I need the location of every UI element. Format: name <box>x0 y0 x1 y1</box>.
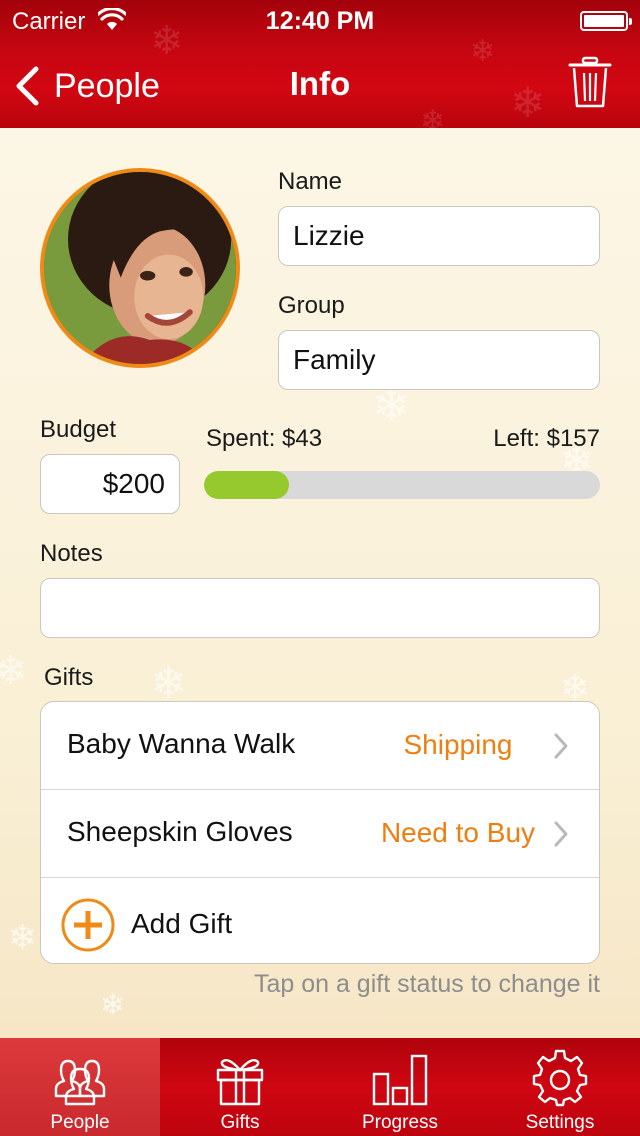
gift-status[interactable]: Shipping <box>353 729 563 761</box>
gift-icon <box>216 1059 264 1106</box>
tab-label: Progress <box>361 1112 439 1133</box>
gift-name: Sheepskin Gloves <box>67 816 293 847</box>
back-button[interactable]: People <box>14 62 160 110</box>
tab-gifts[interactable]: Gifts <box>160 1038 320 1136</box>
chevron-right-icon <box>554 821 568 847</box>
gift-status[interactable]: Need to Buy <box>353 817 563 849</box>
gift-status-hint: Tap on a gift status to change it <box>253 970 600 998</box>
add-gift-label: Add Gift <box>131 908 233 939</box>
list-item[interactable]: Baby Wanna Walk Shipping <box>41 702 599 790</box>
snowflake-decoration: ❄ <box>0 648 28 694</box>
battery-icon <box>580 11 632 31</box>
spent-amount: Spent: $43 <box>206 425 323 452</box>
avatar[interactable] <box>40 168 240 368</box>
trash-icon[interactable] <box>568 56 612 110</box>
name-label: Name <box>278 168 343 195</box>
add-gift-button[interactable]: Add Gift <box>41 878 599 963</box>
budget-label: Budget <box>40 416 117 443</box>
person-photo <box>44 172 236 364</box>
gifts-label: Gifts <box>44 664 94 691</box>
snowflake-decoration: ❄ <box>8 918 37 958</box>
group-field[interactable]: Family <box>278 330 600 390</box>
chevron-right-icon <box>554 733 568 759</box>
person-info-panel: ❄ ❄ ❄ ❄ ❄ ❄ ❄ Name Lizzie Group Family B… <box>0 128 640 1038</box>
name-field[interactable]: Lizzie <box>278 206 600 266</box>
back-label: People <box>54 66 160 105</box>
snowflake-decoration: ❄ <box>420 104 446 128</box>
chevron-left-icon <box>16 66 39 106</box>
tab-label: Settings <box>525 1112 595 1133</box>
tab-label: Gifts <box>220 1112 260 1133</box>
bar-chart-icon <box>372 1054 428 1106</box>
tab-people[interactable]: People <box>0 1038 160 1136</box>
tab-label: People <box>50 1112 110 1133</box>
plus-circle-icon <box>61 898 115 952</box>
snowflake-decoration: ❄ <box>510 78 546 127</box>
status-bar: Carrier 12:40 PM <box>0 0 640 40</box>
people-icon <box>54 1059 106 1106</box>
tab-progress[interactable]: Progress <box>320 1038 480 1136</box>
navigation-bar: ❄ ❄ ❄ ❄ Carrier 12:40 PM People Info <box>0 0 640 128</box>
budget-progress-bar <box>204 471 600 499</box>
budget-progress-fill <box>204 471 290 499</box>
gear-icon <box>532 1049 588 1107</box>
left-amount: Left: $157 <box>493 425 600 452</box>
notes-field[interactable] <box>40 578 600 638</box>
budget-field[interactable]: $200 <box>40 454 180 514</box>
group-label: Group <box>278 292 345 319</box>
list-item[interactable]: Sheepskin Gloves Need to Buy <box>41 790 599 878</box>
snowflake-decoration: ❄ <box>100 988 126 1023</box>
tab-settings[interactable]: Settings <box>480 1038 640 1136</box>
gift-list: Baby Wanna Walk Shipping Sheepskin Glove… <box>40 701 600 964</box>
notes-label: Notes <box>40 540 103 567</box>
tab-bar: People Gifts Progress Settings <box>0 1038 640 1136</box>
gift-name: Baby Wanna Walk <box>67 728 296 759</box>
clock: 12:40 PM <box>265 7 375 35</box>
